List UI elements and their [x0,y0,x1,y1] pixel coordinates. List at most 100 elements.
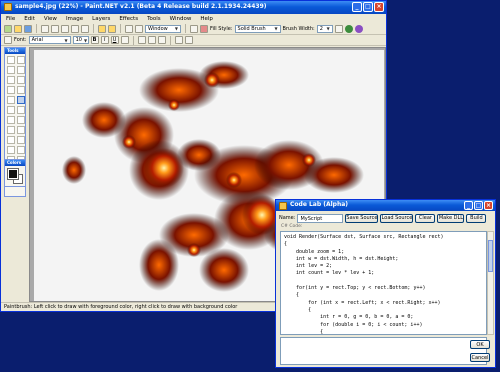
fill-style-combo[interactable]: Solid Brush ▼ [234,24,281,33]
close-button[interactable]: × [374,2,384,12]
align-left-icon[interactable] [137,36,146,44]
menu-effects[interactable]: Effects [119,16,138,22]
zoom-icon[interactable] [135,24,143,33]
text-blend-icon[interactable] [184,36,193,44]
font-combo[interactable]: Arial ▼ [28,36,71,44]
new-icon[interactable] [4,24,12,33]
name-label: Name: [279,215,296,221]
menu-edit[interactable]: Edit [24,16,35,22]
colors-panel: Colors [4,159,26,187]
gradient-icon[interactable] [7,116,15,124]
open-icon[interactable] [14,24,22,33]
codelab-minimize-button[interactable]: _ [464,201,473,210]
rectangle-tool-icon[interactable] [7,146,15,154]
clear-button[interactable]: Clear [415,213,436,223]
underline-button[interactable]: U [110,36,119,44]
paintbrush-icon[interactable] [17,96,25,104]
window-titlebar[interactable]: sample4.jpg (22%) - Paint.NET v2.1 (Beta… [1,1,386,14]
magic-wand-icon[interactable] [7,86,15,94]
menu-layers[interactable]: Layers [92,16,110,22]
codelab-title: Code Lab (Alpha) [290,201,349,208]
align-center-icon[interactable] [147,36,156,44]
color-picker-icon[interactable] [17,116,25,124]
shape-icon[interactable] [200,24,208,33]
line-curve-icon[interactable] [17,136,25,144]
code-scrollbar[interactable] [487,231,494,335]
save-source-button[interactable]: Save Source [345,213,379,223]
menu-view[interactable]: View [44,16,57,22]
menu-tools[interactable]: Tools [147,16,161,22]
clone-stamp-icon[interactable] [7,126,15,134]
load-source-button[interactable]: Load Source [380,213,414,223]
crop-icon[interactable] [71,24,79,33]
maximize-button[interactable]: □ [363,2,373,12]
pan-icon[interactable] [17,86,25,94]
text-tool-icon[interactable] [7,136,15,144]
cut-icon[interactable] [41,24,49,33]
toolbar-separator [185,24,186,33]
toolbar-separator [36,24,37,33]
move-selection-icon[interactable] [17,66,25,74]
menu-file[interactable]: File [6,16,15,22]
window-combo[interactable]: Window ▼ [145,24,181,33]
build-button[interactable]: Build [466,213,487,223]
line-tool-icon[interactable] [190,24,198,33]
pencil-icon[interactable] [17,106,25,114]
green-circle-icon[interactable] [344,24,353,33]
deselect-icon[interactable] [81,24,89,33]
lasso-icon[interactable] [7,66,15,74]
toolbar-separator [169,35,171,45]
ok-button[interactable]: OK [470,340,490,349]
codelab-app-icon [279,202,287,210]
purple-circle-icon[interactable] [354,24,363,33]
brush-width-combo[interactable]: 2 ▼ [316,24,333,33]
primary-color-swatch[interactable] [7,168,19,180]
rectangle-select-icon[interactable] [7,56,15,64]
align-right-icon[interactable] [157,36,166,44]
scrollbar-thumb[interactable] [488,240,493,272]
chevron-down-icon: ▼ [326,26,330,31]
copy-icon[interactable] [51,24,59,33]
cancel-button[interactable]: Cancel [470,353,490,362]
menu-window[interactable]: Window [170,16,192,22]
save-icon[interactable] [24,24,32,33]
strikeout-icon[interactable] [120,36,129,44]
minimize-button[interactable]: _ [352,2,362,12]
chevron-down-icon: ▼ [274,26,278,31]
brush-width-label: Brush Width: [282,25,315,32]
paint-bucket-icon[interactable] [7,96,15,104]
code-editor[interactable]: void Render(Surface dst, Surface src, Re… [280,231,487,335]
recolor-icon[interactable] [17,126,25,134]
paste-icon[interactable] [61,24,69,33]
grid-icon[interactable] [125,24,133,33]
move-icon[interactable] [17,56,25,64]
make-dll-button[interactable]: Make DLL [437,213,465,223]
colors-panel-title[interactable]: Colors [5,160,25,166]
italic-button[interactable]: I [100,36,109,44]
chevron-down-icon: ▼ [64,37,68,43]
rounded-rect-icon[interactable] [17,146,25,154]
errors-list[interactable] [280,337,487,365]
toolbar-separator [132,35,134,45]
ellipse-select-icon[interactable] [7,76,15,84]
antialias-icon[interactable] [334,24,343,33]
bold-button[interactable]: B [90,36,99,44]
paintnet-app-icon [4,3,12,11]
codelab-close-button[interactable]: × [484,201,493,210]
window-title: sample4.jpg (22%) - Paint.NET v2.1 (Beta… [15,3,267,10]
text-icon [4,36,12,44]
codelab-maximize-button[interactable]: □ [474,201,483,210]
script-name-field[interactable]: MyScript [297,213,344,223]
codelab-titlebar[interactable]: Code Lab (Alpha) _ □ × [276,200,495,211]
font-size-combo[interactable]: 10 ▼ [72,36,89,44]
menu-help[interactable]: Help [200,16,213,22]
codelab-toolbar: Name: MyScript Save Source Load Source C… [279,213,487,223]
font-label: Font: [14,37,27,43]
eraser-icon[interactable] [7,106,15,114]
menu-bar: File Edit View Image Layers Effects Tool… [1,14,386,23]
zoom-tool-icon[interactable] [17,76,25,84]
undo-icon[interactable] [98,24,106,33]
menu-image[interactable]: Image [66,16,83,22]
redo-icon[interactable] [108,24,116,33]
text-render-icon[interactable] [174,36,183,44]
